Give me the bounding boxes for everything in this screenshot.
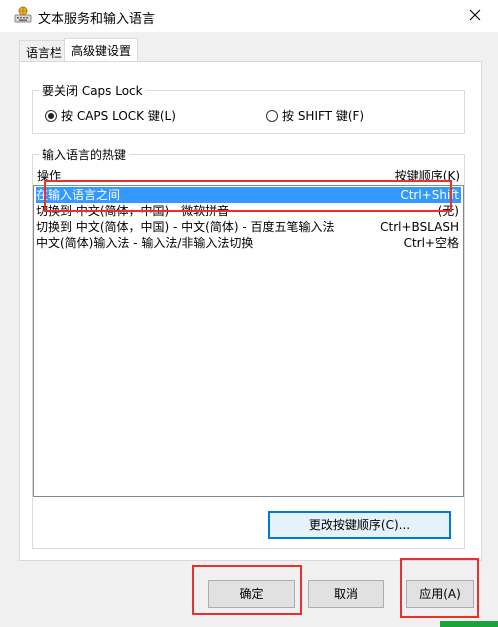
radio-circle[interactable] — [266, 109, 278, 122]
hotkey-sequence: (无) — [437, 204, 459, 218]
radio-circle[interactable] — [45, 109, 57, 122]
close-icon — [469, 9, 481, 21]
change-key-sequence-button[interactable]: 更改按键顺序(C)... — [268, 511, 451, 539]
window-title: 文本服务和输入语言 — [38, 12, 156, 27]
hotkey-action: 中文(简体)输入法 - 输入法/非输入法切换 — [36, 236, 254, 250]
tab-label: 高级键设置 — [71, 44, 132, 58]
radio-caps-lock-label: 按 CAPS LOCK 键(L) — [61, 109, 176, 123]
ok-button[interactable]: 确定 — [208, 580, 295, 608]
column-header-key-sequence: 按键顺序(K) — [394, 169, 460, 183]
hotkey-action: 切换到 中文(简体，中国) - 中文(简体) - 百度五笔输入法 — [36, 220, 335, 234]
hotkeys-group-title: 输入语言的热键 — [39, 146, 130, 163]
caps-lock-group: 要关闭 Caps Lock 按 CAPS LOCK 键(L) 按 SHIFT 键… — [32, 82, 465, 134]
hotkey-row[interactable]: 在输入语言之间 Ctrl+Shift — [36, 187, 461, 203]
radio-shift-label: 按 SHIFT 键(F) — [282, 109, 365, 123]
apply-button[interactable]: 应用(A) — [406, 580, 474, 608]
tab-panel: 要关闭 Caps Lock 按 CAPS LOCK 键(L) 按 SHIFT 键… — [19, 61, 482, 561]
hotkey-row[interactable]: 中文(简体)输入法 - 输入法/非输入法切换 Ctrl+空格 — [36, 235, 461, 251]
tab-strip: 语言栏 高级键设置 — [0, 38, 498, 62]
tab-language-bar[interactable]: 语言栏 — [19, 40, 70, 61]
taskbar-edge — [440, 621, 498, 627]
radio-caps-lock[interactable]: 按 CAPS LOCK 键(L) — [45, 107, 176, 124]
hotkey-listbox[interactable]: 在输入语言之间 Ctrl+Shift 切换到 中文(简体，中国) - 微软拼音 … — [33, 185, 464, 497]
column-header-action: 操作 — [37, 169, 62, 183]
hotkey-sequence: Ctrl+Shift — [400, 188, 459, 202]
tab-advanced-key-settings[interactable]: 高级键设置 — [64, 38, 139, 61]
hotkey-row[interactable]: 切换到 中文(简体，中国) - 中文(简体) - 百度五笔输入法 Ctrl+BS… — [36, 219, 461, 235]
title-bar: 文本服务和输入语言 — [0, 0, 498, 32]
hotkeys-group: 输入语言的热键 操作 按键顺序(K) 在输入语言之间 Ctrl+Shift 切换… — [32, 146, 465, 549]
hotkey-sequence: Ctrl+BSLASH — [380, 220, 459, 234]
keyboard-globe-icon — [14, 6, 32, 24]
close-button[interactable] — [458, 2, 492, 28]
hotkey-sequence: Ctrl+空格 — [403, 236, 459, 250]
hotkey-action: 在输入语言之间 — [36, 188, 121, 202]
cancel-button[interactable]: 取消 — [308, 580, 384, 608]
hotkey-action: 切换到 中文(简体，中国) - 微软拼音 — [36, 204, 230, 218]
tab-label: 语言栏 — [26, 46, 63, 60]
hotkey-row[interactable]: 切换到 中文(简体，中国) - 微软拼音 (无) — [36, 203, 461, 219]
caps-lock-group-title: 要关闭 Caps Lock — [39, 82, 146, 99]
radio-shift[interactable]: 按 SHIFT 键(F) — [266, 107, 364, 124]
